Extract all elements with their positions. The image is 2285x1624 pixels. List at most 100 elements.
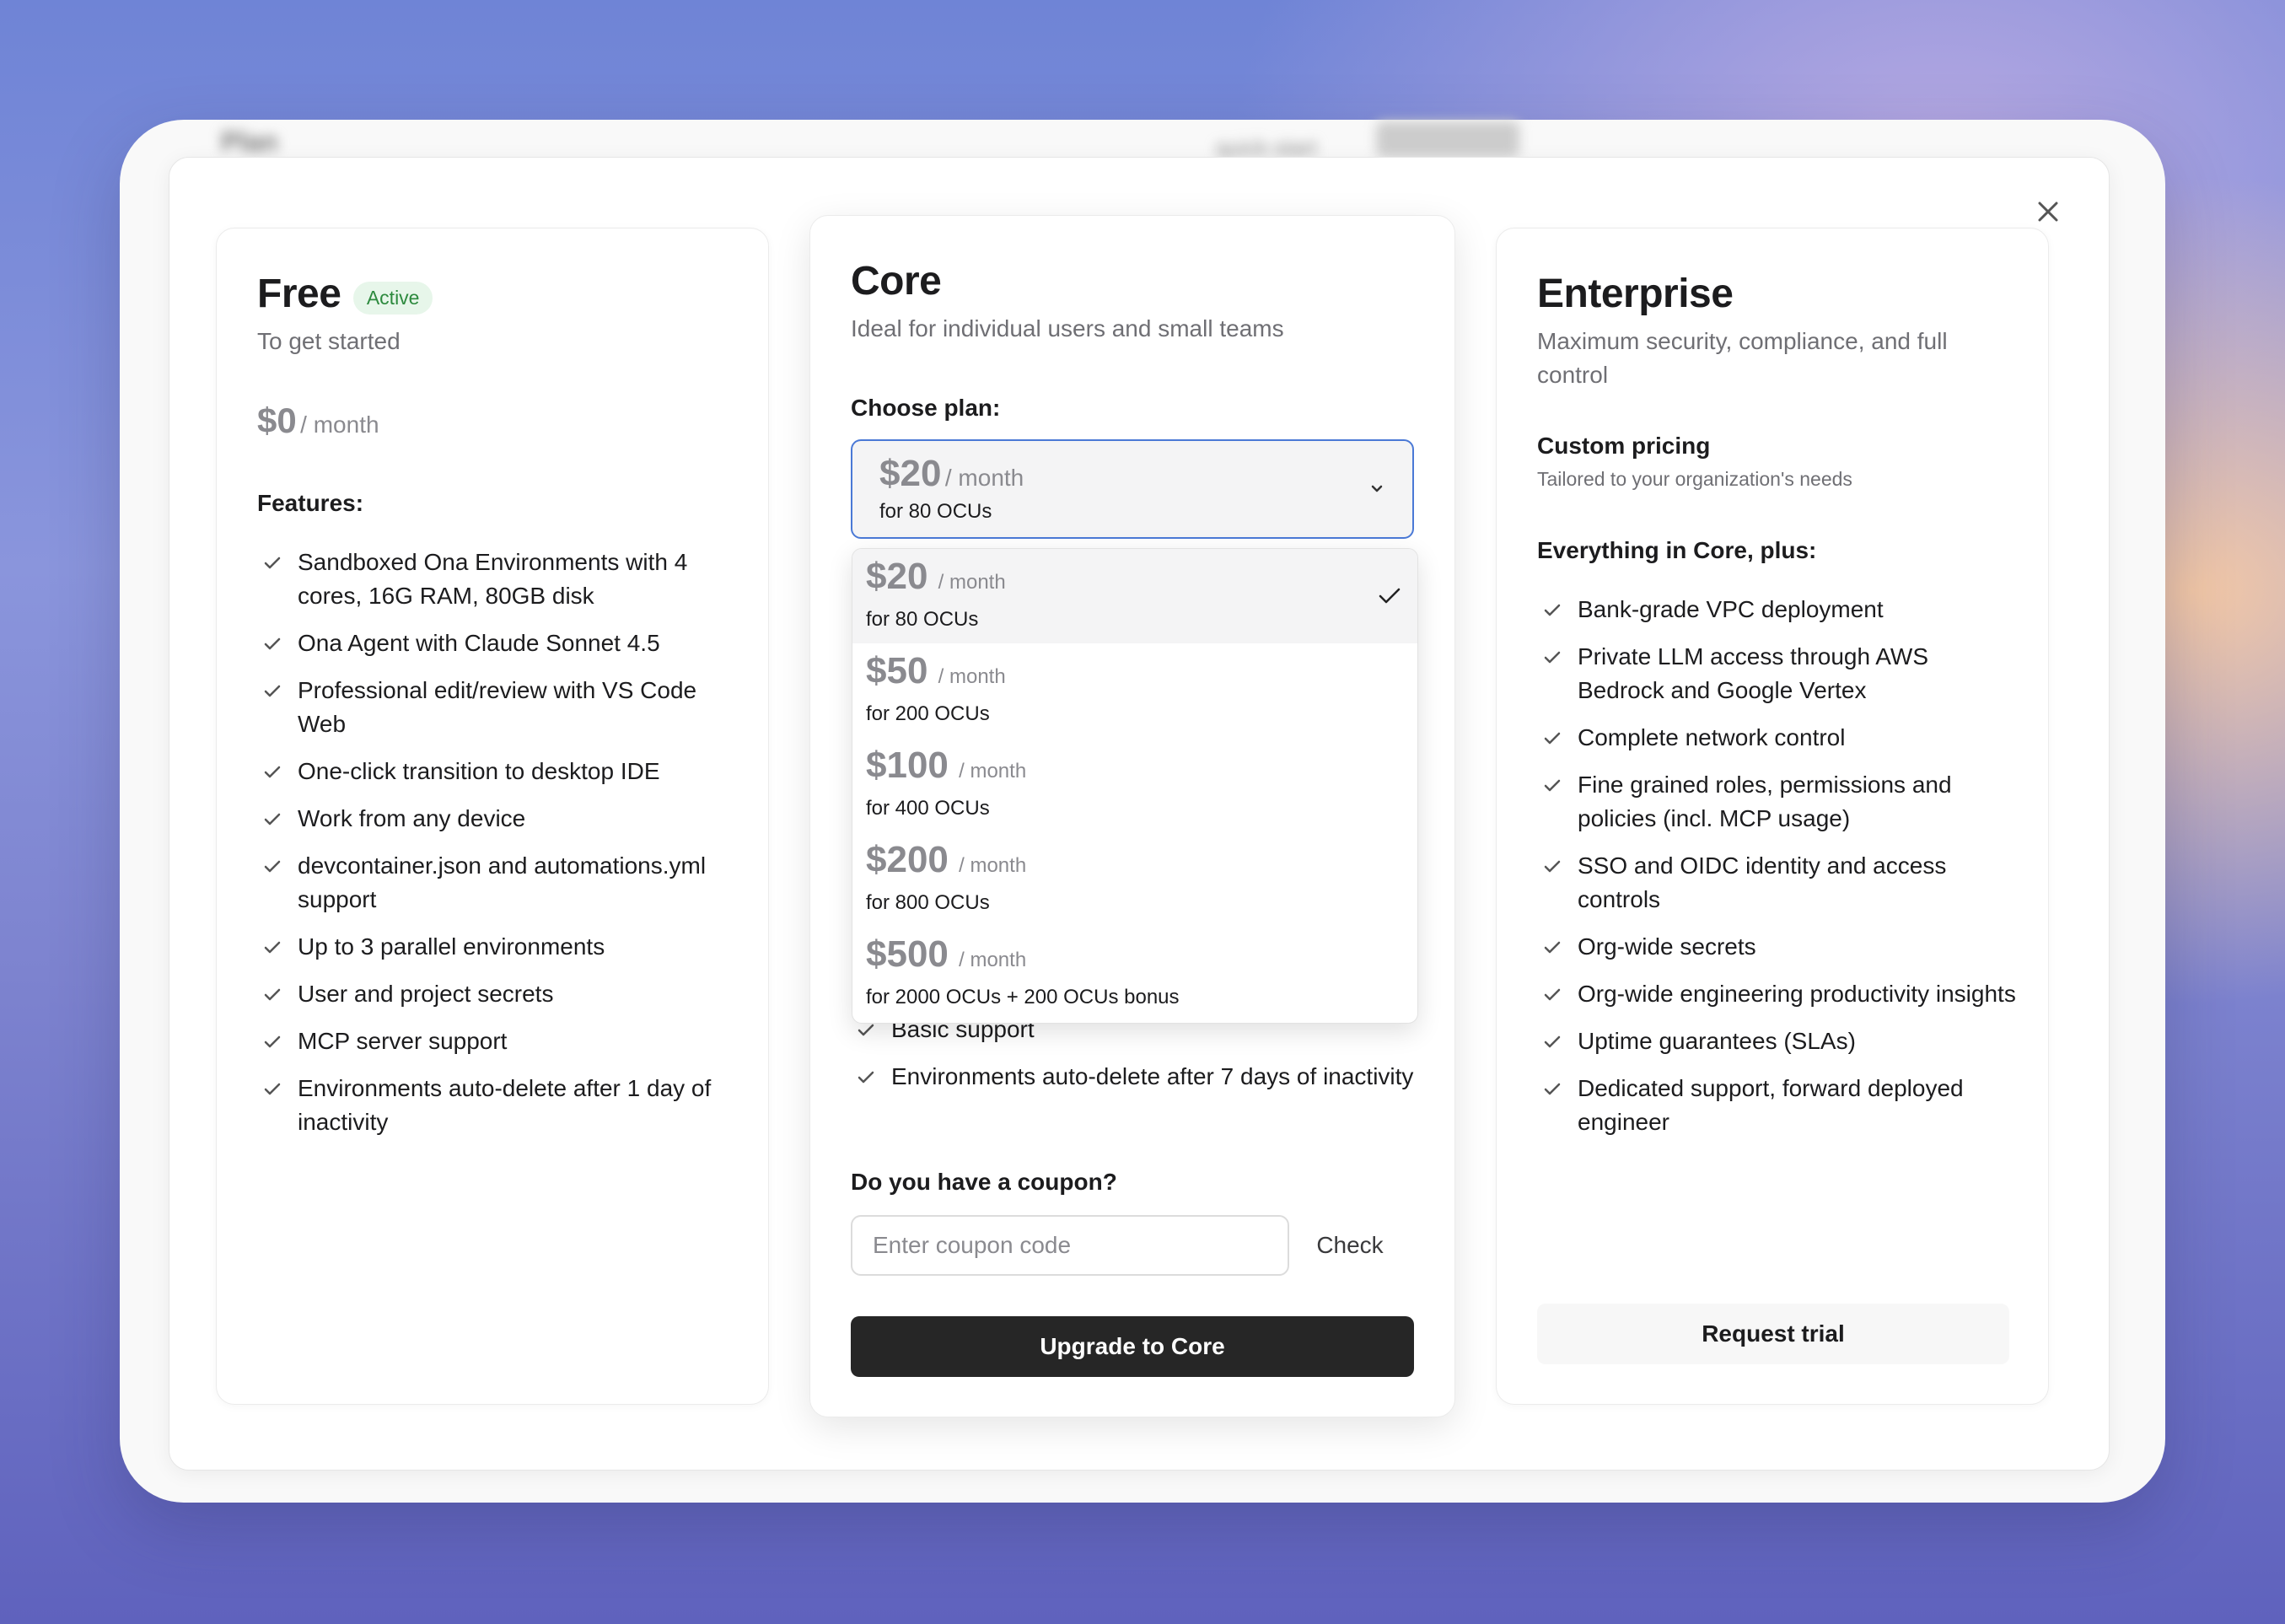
feature-item: Fine grained roles, permissions and poli… xyxy=(1537,768,2018,836)
option-period: / month xyxy=(959,854,1027,877)
check-icon xyxy=(858,1071,874,1084)
check-icon xyxy=(1544,860,1561,873)
checkmark-icon xyxy=(1379,588,1401,604)
check-icon xyxy=(1544,941,1561,954)
feature-item: Environments auto-delete after 1 day of … xyxy=(257,1072,729,1139)
plan-option[interactable]: $500 / month for 2000 OCUs + 200 OCUs bo… xyxy=(852,927,1417,1021)
option-price: $50 xyxy=(866,650,928,691)
option-period: / month xyxy=(938,665,1006,688)
plan-option[interactable]: $50 / month for 200 OCUs xyxy=(852,643,1417,738)
check-icon xyxy=(1544,1035,1561,1048)
request-trial-button[interactable]: Request trial xyxy=(1537,1304,2009,1364)
plan-card-enterprise: Enterprise Maximum security, compliance,… xyxy=(1496,228,2049,1405)
option-price: $200 xyxy=(866,839,949,880)
option-sub: for 2000 OCUs + 200 OCUs bonus xyxy=(866,986,1180,1008)
plan-option[interactable]: $200 / month for 800 OCUs xyxy=(852,832,1417,927)
feature-item: Dedicated support, forward deployed engi… xyxy=(1537,1072,2018,1139)
feature-text: User and project secrets xyxy=(298,981,554,1007)
option-sub: for 200 OCUs xyxy=(866,702,990,725)
feature-item: Org-wide engineering productivity insigh… xyxy=(1537,977,2018,1011)
feature-item: One-click transition to desktop IDE xyxy=(257,755,729,788)
pricing-title: Custom pricing xyxy=(1537,433,1711,459)
feature-text: Professional edit/review with VS Code We… xyxy=(298,677,697,737)
feature-item: Professional edit/review with VS Code We… xyxy=(257,674,729,741)
check-icon xyxy=(1544,732,1561,745)
option-price: $100 xyxy=(866,745,949,786)
option-sub: for 400 OCUs xyxy=(866,797,990,820)
feature-text: Uptime guarantees (SLAs) xyxy=(1578,1028,1856,1054)
feature-item: SSO and OIDC identity and access control… xyxy=(1537,849,2018,917)
feature-item: Org-wide secrets xyxy=(1537,930,2018,964)
check-icon xyxy=(264,988,281,1001)
plan-title: Core xyxy=(851,259,942,304)
feature-item: Uptime guarantees (SLAs) xyxy=(1537,1024,2018,1058)
feature-text: Org-wide secrets xyxy=(1578,933,1756,960)
plan-card-free: Free Active To get started $0 / month Fe… xyxy=(216,228,769,1405)
feature-item: Environments auto-delete after 7 days of… xyxy=(851,1060,1433,1094)
feature-text: Bank-grade VPC deployment xyxy=(1578,596,1884,622)
feature-text: Work from any device xyxy=(298,805,526,831)
feature-text: SSO and OIDC identity and access control… xyxy=(1578,852,1947,912)
feature-text: Up to 3 parallel environments xyxy=(298,933,605,960)
feature-text: Fine grained roles, permissions and poli… xyxy=(1578,772,1952,831)
check-icon xyxy=(264,637,281,650)
check-icon xyxy=(264,685,281,697)
option-period: / month xyxy=(959,760,1027,782)
features-label: Everything in Core, plus: xyxy=(1537,537,1817,563)
plan-option[interactable]: $100 / month for 400 OCUs xyxy=(852,738,1417,832)
features-label: Features: xyxy=(257,490,364,516)
feature-text: Sandboxed Ona Environments with 4 cores,… xyxy=(298,549,688,609)
feature-text: Environments auto-delete after 1 day of … xyxy=(298,1075,712,1135)
feature-text: Environments auto-delete after 7 days of… xyxy=(891,1063,1414,1089)
plan-tagline: Ideal for individual users and small tea… xyxy=(851,315,1284,341)
feature-text: Ona Agent with Claude Sonnet 4.5 xyxy=(298,630,660,656)
background-page-title: Plan xyxy=(221,126,278,157)
feature-text: One-click transition to desktop IDE xyxy=(298,758,660,784)
check-icon xyxy=(858,1024,874,1036)
price-amount: $0 xyxy=(257,401,297,440)
feature-item: Work from any device xyxy=(257,802,729,836)
feature-text: MCP server support xyxy=(298,1028,508,1054)
option-price: $500 xyxy=(866,933,949,975)
check-icon xyxy=(1544,988,1561,1001)
option-period: / month xyxy=(959,949,1027,971)
price-period: / month xyxy=(300,411,379,438)
option-sub: for 80 OCUs xyxy=(866,608,979,631)
check-icon xyxy=(264,860,281,873)
feature-text: Complete network control xyxy=(1578,724,1846,750)
feature-text: Dedicated support, forward deployed engi… xyxy=(1578,1075,1964,1135)
check-icon xyxy=(1544,604,1561,616)
plan-price: $0 / month xyxy=(257,401,379,441)
check-coupon-button[interactable]: Check xyxy=(1291,1215,1409,1276)
pricing-subtitle: Tailored to your organization's needs xyxy=(1537,468,1852,490)
status-badge: Active xyxy=(352,282,433,315)
feature-item: MCP server support xyxy=(257,1024,729,1058)
coupon-label: Do you have a coupon? xyxy=(851,1169,1117,1195)
chevron-down-icon xyxy=(1371,485,1383,492)
check-icon xyxy=(1544,1083,1561,1095)
feature-item: Bank-grade VPC deployment xyxy=(1537,593,2018,626)
feature-item: Private LLM access through AWS Bedrock a… xyxy=(1537,640,2018,707)
feature-item: Ona Agent with Claude Sonnet 4.5 xyxy=(257,626,729,660)
check-icon xyxy=(264,1035,281,1048)
plan-title: Free xyxy=(257,272,341,316)
coupon-input[interactable] xyxy=(851,1215,1289,1276)
feature-list: Basic support Environments auto-delete a… xyxy=(851,1013,1433,1107)
upgrade-button[interactable]: Upgrade to Core xyxy=(851,1316,1414,1377)
feature-list: Sandboxed Ona Environments with 4 cores,… xyxy=(257,546,729,1153)
feature-item: User and project secrets xyxy=(257,977,729,1011)
check-icon xyxy=(1544,779,1561,792)
plan-option[interactable]: $20 / month for 80 OCUs xyxy=(852,549,1417,643)
feature-text: Private LLM access through AWS Bedrock a… xyxy=(1578,643,1929,703)
check-icon xyxy=(264,941,281,954)
option-period: / month xyxy=(938,571,1006,594)
feature-item: Sandboxed Ona Environments with 4 cores,… xyxy=(257,546,729,613)
feature-item: Up to 3 parallel environments xyxy=(257,930,729,964)
close-icon[interactable] xyxy=(2034,197,2062,226)
selected-period: / month xyxy=(944,465,1024,491)
check-icon xyxy=(264,557,281,569)
check-icon xyxy=(264,766,281,778)
choose-plan-label: Choose plan: xyxy=(851,395,1001,421)
feature-item: Complete network control xyxy=(1537,721,2018,755)
plan-select[interactable]: $20 / month for 80 OCUs xyxy=(851,439,1414,539)
